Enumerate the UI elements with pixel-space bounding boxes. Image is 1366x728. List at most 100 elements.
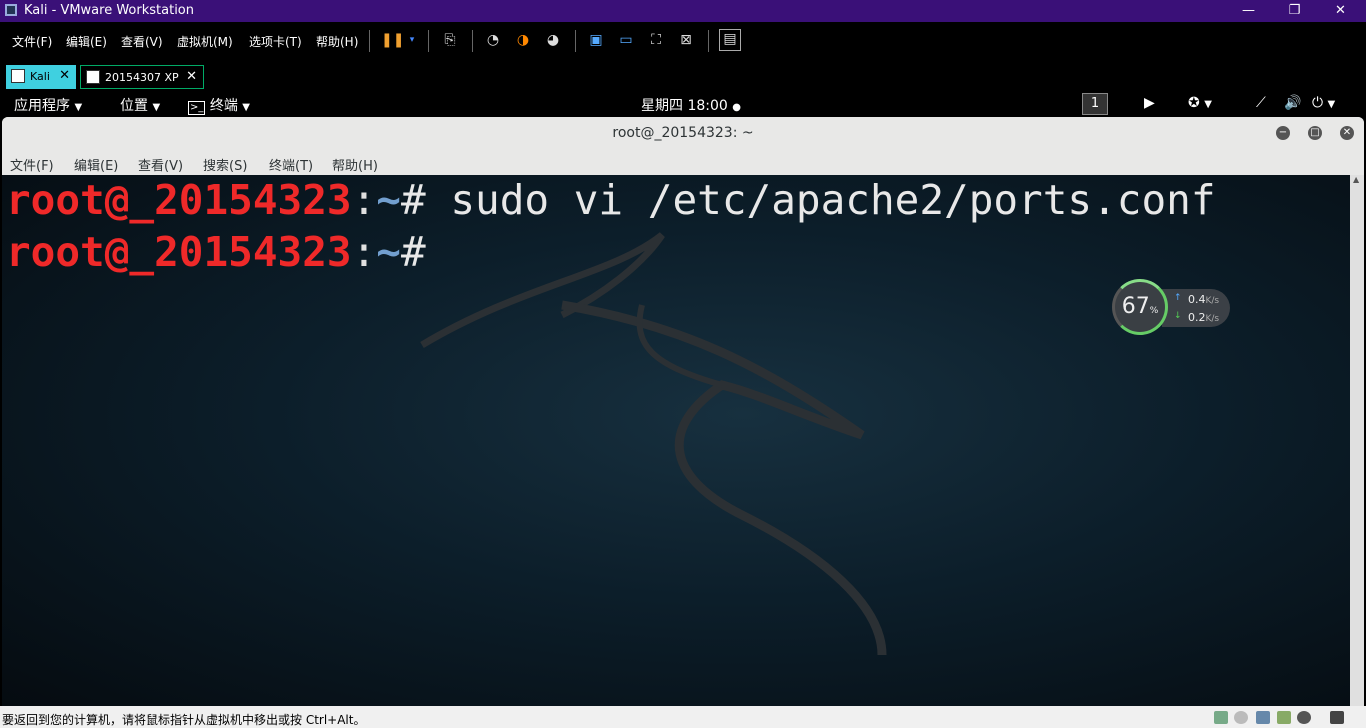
applications-label: 应用程序	[14, 98, 70, 114]
send-ctrl-alt-del-icon[interactable]: ⎘	[441, 31, 459, 49]
snapshot-revert-icon[interactable]: ◑	[514, 31, 532, 49]
snapshot-take-icon[interactable]: ◔	[484, 31, 502, 49]
toolbar-separator	[428, 30, 429, 52]
network-adapter-icon[interactable]	[1256, 711, 1270, 724]
applications-menu[interactable]: 应用程序 ▼	[14, 95, 82, 115]
prompt-path: ~	[376, 228, 401, 276]
clock[interactable]: 星期四 18:00 ●	[641, 95, 741, 115]
console-view-icon[interactable]: ▤	[719, 29, 741, 51]
vmware-status-bar: 要返回到您的计算机，请将鼠标指针从虚拟机中移出或按 Ctrl+Alt。	[0, 706, 1366, 728]
toolbar-separator	[369, 30, 370, 52]
tab-label: Kali	[30, 70, 50, 83]
tab-kali[interactable]: Kali ✕	[6, 65, 76, 89]
cd-rom-icon[interactable]	[1234, 711, 1248, 724]
vm-tab-strip: Kali ✕ 20154307 XP ✕	[0, 60, 1366, 93]
minimize-button[interactable]: —	[1226, 0, 1271, 22]
places-menu[interactable]: 位置 ▼	[120, 95, 160, 115]
terminal-window: root@_20154323: ~ − □ ✕ 文件(F) 编辑(E) 查看(V…	[2, 117, 1364, 706]
gnome-top-panel: 应用程序 ▼ 位置 ▼ >_ 终端 ▼ 星期四 18:00 ● 1 ▶ ✪ ▼ …	[0, 92, 1366, 117]
terminal-menu-edit[interactable]: 编辑(E)	[74, 155, 118, 174]
clock-label: 星期四 18:00	[641, 98, 728, 114]
memory-gauge: 67%	[1112, 279, 1168, 335]
snapshot-manager-icon[interactable]: ◕	[544, 31, 562, 49]
toolbar-separator	[472, 30, 473, 52]
download-value: 0.2	[1188, 311, 1206, 324]
terminal-title: root@_20154323: ~	[612, 125, 754, 141]
menu-view[interactable]: 查看(V)	[121, 33, 163, 50]
terminal-menu-bar: 文件(F) 编辑(E) 查看(V) 搜索(S) 终端(T) 帮助(H)	[2, 151, 1364, 175]
scroll-up-icon[interactable]: ▲	[1353, 175, 1359, 184]
places-label: 位置	[120, 98, 148, 114]
close-button[interactable]: ✕	[1318, 0, 1363, 22]
terminal-icon: >_	[188, 101, 206, 115]
close-icon[interactable]: ✕	[1340, 126, 1354, 140]
full-screen-icon[interactable]: ⛶	[647, 31, 665, 49]
menu-file[interactable]: 文件(F)	[12, 33, 52, 50]
terminal-header-bar: root@_20154323: ~ − □ ✕	[2, 117, 1364, 151]
display-icon[interactable]	[1330, 711, 1344, 724]
terminal-label: 终端	[209, 98, 238, 114]
prompt-symbol: #	[400, 176, 426, 224]
notification-dot-icon: ●	[732, 102, 741, 113]
vmware-title-bar: Kali - VMware Workstation — ❐ ✕	[0, 0, 1366, 22]
close-tab-icon[interactable]: ✕	[186, 69, 197, 84]
upload-arrow-icon: ↑	[1174, 293, 1182, 303]
power-icon[interactable]: ⏻ ▼	[1312, 95, 1335, 111]
menu-vm[interactable]: 虚拟机(M)	[177, 33, 233, 50]
terminal-line-1: root@_20154323:~# sudo vi /etc/apache2/p…	[6, 175, 1216, 225]
tab-label: 20154307 XP	[105, 71, 179, 84]
chevron-down-icon: ▼	[242, 102, 250, 113]
rate-panel: ↑ 0.4K/s ↓ 0.2K/s	[1162, 289, 1230, 327]
terminal-menu-terminal[interactable]: 终端(T)	[269, 155, 313, 174]
terminal-line-2: root@_20154323:~#	[6, 227, 426, 277]
prompt-symbol: #	[400, 228, 426, 276]
download-arrow-icon: ↓	[1174, 311, 1182, 321]
gauge-percent-unit: %	[1149, 306, 1159, 316]
close-tab-icon[interactable]: ✕	[59, 68, 70, 83]
usb-icon[interactable]	[1277, 711, 1291, 724]
tab-20154307-xp[interactable]: 20154307 XP ✕	[80, 65, 204, 89]
thumbnail-bar-icon[interactable]: ▭	[617, 31, 635, 49]
terminal-menu-search[interactable]: 搜索(S)	[203, 155, 247, 174]
chevron-down-icon: ▼	[152, 102, 161, 113]
menu-help[interactable]: 帮助(H)	[316, 33, 358, 50]
upload-unit: K/s	[1205, 296, 1220, 306]
vmware-app-icon	[5, 4, 17, 16]
volume-icon[interactable]: 🔊	[1284, 95, 1301, 111]
terminal-menu-view[interactable]: 查看(V)	[138, 155, 183, 174]
window-title: Kali - VMware Workstation	[24, 3, 194, 18]
prompt-user: root@_20154323	[6, 176, 352, 224]
toolbar-separator	[575, 30, 576, 52]
maximize-icon[interactable]: □	[1308, 126, 1322, 140]
video-camera-icon[interactable]: ▶	[1144, 95, 1155, 111]
prompt-user: root@_20154323	[6, 228, 352, 276]
hard-disk-icon[interactable]	[1214, 711, 1228, 724]
download-rate: ↓ 0.2K/s	[1174, 311, 1220, 324]
gauge-percent: 67	[1121, 294, 1150, 319]
toolbar-separator	[708, 30, 709, 52]
library-icon[interactable]: ▣	[587, 31, 605, 49]
terminal-content[interactable]: root@_20154323:~# sudo vi /etc/apache2/p…	[2, 175, 1350, 706]
menu-tabs[interactable]: 选项卡(T)	[249, 33, 302, 50]
chevron-down-icon: ▼	[74, 102, 83, 113]
network-icon[interactable]: ⟋	[1256, 95, 1266, 111]
upload-rate: ↑ 0.4K/s	[1174, 293, 1220, 306]
sound-card-icon[interactable]	[1297, 711, 1311, 724]
menu-edit[interactable]: 编辑(E)	[66, 33, 107, 50]
terminal-app-menu[interactable]: >_ 终端 ▼	[188, 95, 250, 115]
unity-icon[interactable]: ⊠	[677, 31, 695, 49]
terminal-menu-help[interactable]: 帮助(H)	[332, 155, 378, 174]
network-speed-widget[interactable]: ↑ 0.4K/s ↓ 0.2K/s 67%	[1112, 279, 1230, 337]
power-dropdown-icon[interactable]: ▾	[403, 31, 421, 49]
pause-icon[interactable]: ❚❚	[381, 31, 404, 49]
restore-button[interactable]: ❐	[1272, 0, 1317, 22]
accessibility-icon[interactable]: ✪ ▼	[1188, 95, 1212, 111]
status-message: 要返回到您的计算机，请将鼠标指针从虚拟机中移出或按 Ctrl+Alt。	[2, 713, 366, 727]
prompt-separator: :	[351, 228, 377, 276]
prompt-path: ~	[376, 176, 401, 224]
download-unit: K/s	[1205, 314, 1220, 324]
workspace-indicator[interactable]: 1	[1082, 93, 1108, 115]
minimize-icon[interactable]: −	[1276, 126, 1290, 140]
terminal-scrollbar[interactable]: ▲	[1350, 175, 1364, 706]
terminal-menu-file[interactable]: 文件(F)	[10, 155, 54, 174]
